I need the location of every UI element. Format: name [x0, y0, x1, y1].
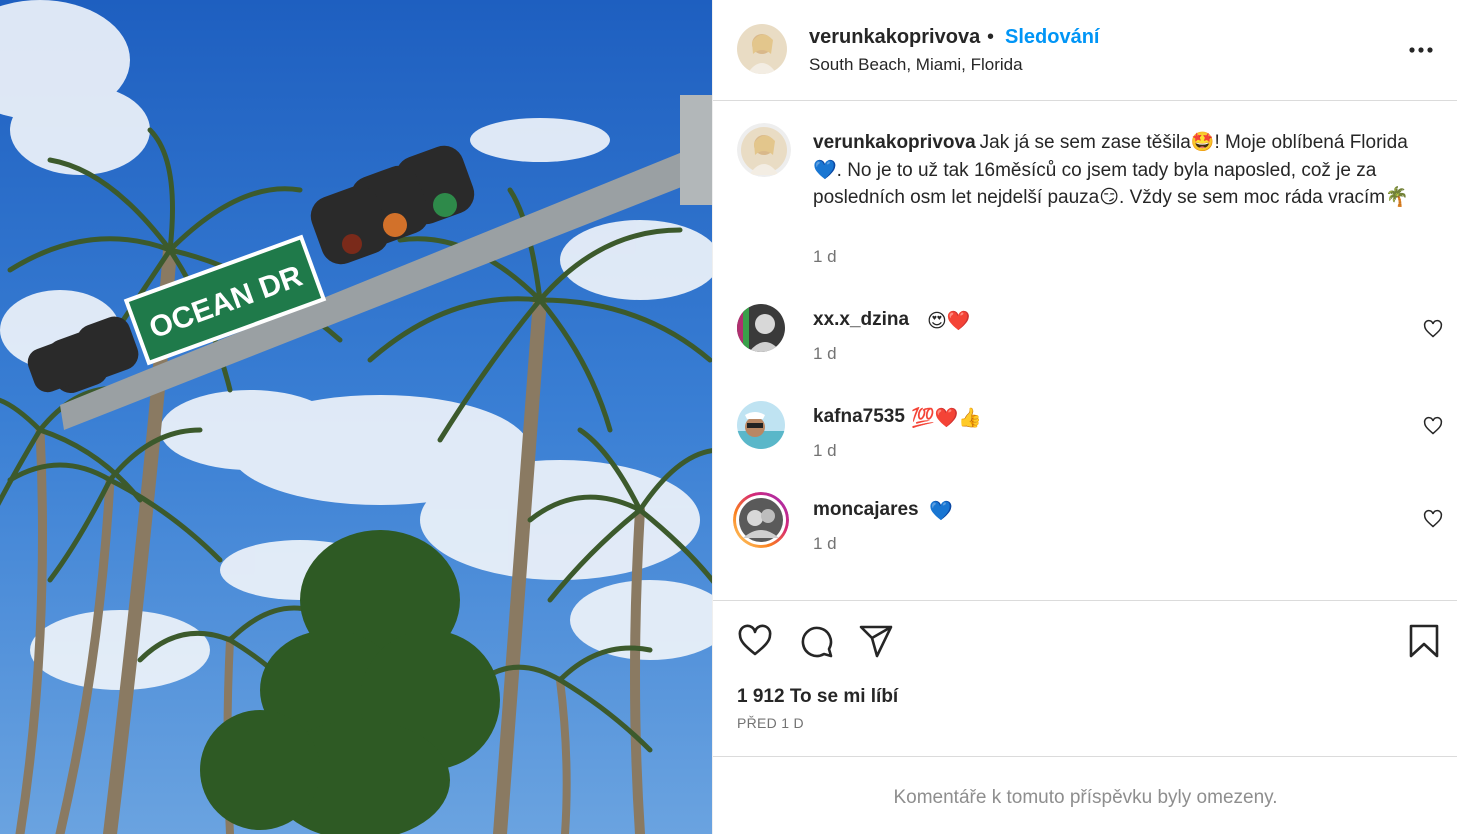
comment-item: moncajares 💙 1 d [713, 492, 1457, 584]
post-header: verunkakoprivova • Sledování South Beach… [713, 0, 1457, 101]
author-username[interactable]: verunkakoprivova [809, 26, 980, 49]
caption-text-block: verunkakoprivova Jak já se sem zase těšil… [813, 129, 1423, 212]
post-age: PŘED 1 D [737, 715, 804, 731]
post-photo[interactable]: OCEAN DR [0, 0, 712, 834]
comment-text: 💙 [929, 501, 953, 522]
comment-text: 😍❤️ [927, 311, 971, 332]
like-comment-heart-icon[interactable] [1423, 509, 1443, 529]
comments-restricted-notice: Komentáře k tomuto příspěvku byly omezen… [893, 787, 1278, 808]
post-details-panel: verunkakoprivova • Sledování South Beach… [712, 0, 1457, 834]
comment-username[interactable]: xx.x_dzina [813, 309, 909, 331]
commenter-avatar[interactable] [737, 401, 785, 449]
bookmark-icon[interactable] [1406, 623, 1442, 659]
caption-username[interactable]: verunkakoprivova [813, 132, 976, 153]
commenter-avatar[interactable] [737, 304, 785, 352]
palm-street-photo: OCEAN DR [0, 0, 712, 834]
separator-dot: • [987, 26, 995, 48]
author-avatar[interactable] [737, 24, 787, 74]
caption-time: 1 d [813, 247, 837, 266]
caption-author-avatar[interactable] [737, 123, 791, 177]
comment-time: 1 d [813, 441, 837, 460]
comment-time: 1 d [813, 344, 837, 363]
more-horizontal-icon[interactable] [1407, 38, 1435, 62]
post-location[interactable]: South Beach, Miami, Florida [809, 55, 1023, 75]
like-comment-heart-icon[interactable] [1423, 319, 1443, 339]
share-icon[interactable] [858, 623, 894, 659]
comment-icon[interactable] [798, 623, 834, 659]
following-button[interactable]: Sledování [1005, 26, 1099, 49]
comment-username[interactable]: kafna7535 [813, 406, 905, 428]
comment-item: xx.x_dzina 😍❤️ 1 d [713, 304, 1457, 394]
post-actions: 1 912 To se mi líbí PŘED 1 D [713, 600, 1457, 757]
comment-text: 💯❤️👍 [911, 408, 982, 429]
comment-time: 1 d [813, 534, 837, 553]
commenter-avatar-story-ring[interactable] [733, 492, 789, 548]
heart-icon[interactable] [737, 623, 773, 659]
like-count[interactable]: 1 912 To se mi líbí [737, 686, 898, 708]
comment-username[interactable]: moncajares [813, 499, 919, 521]
like-comment-heart-icon[interactable] [1423, 416, 1443, 436]
comment-item: kafna7535 💯❤️👍 1 d [713, 401, 1457, 491]
